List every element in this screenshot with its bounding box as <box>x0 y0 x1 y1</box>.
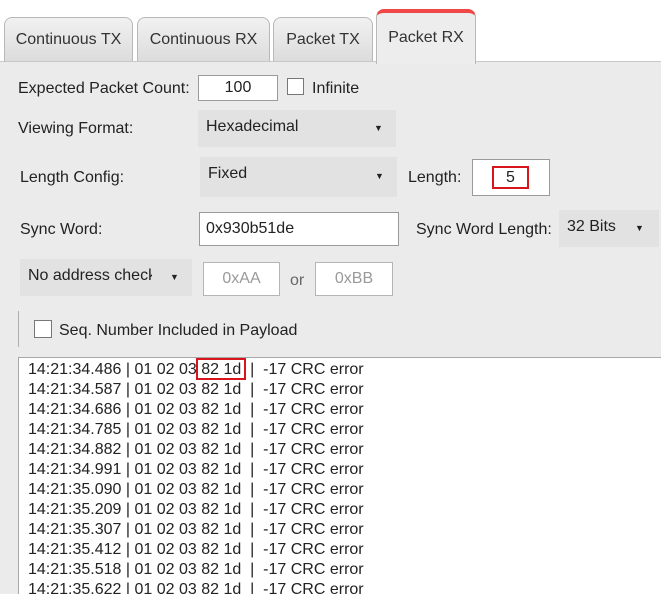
sync-word-length-value: 32 Bits <box>567 218 616 235</box>
seq-number-checkbox[interactable] <box>34 320 52 338</box>
length-label: Length: <box>408 169 462 186</box>
expected-count-input[interactable]: 100 <box>198 75 278 101</box>
length-highlight: 5 <box>492 166 529 189</box>
or-label: or <box>290 272 305 289</box>
caret-down-icon: ▼ <box>170 272 179 282</box>
viewing-format-label: Viewing Format: <box>18 120 134 137</box>
log-line: 14:21:35.412 | 01 02 03 82 1d | -17 CRC … <box>28 541 364 558</box>
log-line: 14:21:34.785 | 01 02 03 82 1d | -17 CRC … <box>28 421 364 438</box>
sync-word-label: Sync Word: <box>20 221 103 238</box>
caret-down-icon: ▼ <box>374 123 383 133</box>
divider <box>18 311 19 347</box>
tab-continuous-tx[interactable]: Continuous TX <box>4 17 133 61</box>
tab-packet-rx[interactable]: Packet RX <box>376 9 476 64</box>
seq-number-label: Seq. Number Included in Payload <box>59 322 298 339</box>
address-check-value: No address check <box>28 267 152 284</box>
log-line: 14:21:35.209 | 01 02 03 82 1d | -17 CRC … <box>28 501 364 518</box>
sync-word-length-dropdown[interactable]: 32 Bits ▼ <box>559 210 659 247</box>
payload-highlight <box>196 358 246 380</box>
viewing-format-value: Hexadecimal <box>206 118 299 135</box>
packet-log[interactable]: 14:21:34.486 | 01 02 03 82 1d | -17 CRC … <box>18 357 661 594</box>
length-config-value: Fixed <box>208 165 248 182</box>
length-config-label: Length Config: <box>20 169 125 186</box>
log-line: 14:21:34.686 | 01 02 03 82 1d | -17 CRC … <box>28 401 364 418</box>
log-line: 14:21:35.518 | 01 02 03 82 1d | -17 CRC … <box>28 561 364 578</box>
caret-down-icon: ▼ <box>635 223 644 233</box>
viewing-format-dropdown[interactable]: Hexadecimal ▼ <box>198 110 396 147</box>
sync-word-input[interactable]: 0x930b51de <box>199 212 399 246</box>
caret-down-icon: ▼ <box>375 171 384 181</box>
tab-continuous-rx[interactable]: Continuous RX <box>137 17 270 61</box>
log-line: 14:21:35.622 | 01 02 03 82 1d | -17 CRC … <box>28 581 364 594</box>
length-config-dropdown[interactable]: Fixed ▼ <box>200 157 397 197</box>
infinite-label: Infinite <box>312 80 360 97</box>
log-line: 14:21:35.090 | 01 02 03 82 1d | -17 CRC … <box>28 481 364 498</box>
infinite-checkbox[interactable] <box>287 78 304 95</box>
log-line: 14:21:35.307 | 01 02 03 82 1d | -17 CRC … <box>28 521 364 538</box>
address-check-dropdown[interactable]: No address check ▼ <box>20 259 192 296</box>
log-line: 14:21:34.882 | 01 02 03 82 1d | -17 CRC … <box>28 441 364 458</box>
expected-count-label: Expected Packet Count: <box>18 80 190 97</box>
tab-packet-tx[interactable]: Packet TX <box>273 17 373 61</box>
address2-input[interactable]: 0xBB <box>315 262 393 296</box>
log-line: 14:21:34.587 | 01 02 03 82 1d | -17 CRC … <box>28 381 364 398</box>
sync-word-length-label: Sync Word Length: <box>416 221 552 238</box>
tab-bar: Continuous TX Continuous RX Packet TX Pa… <box>0 0 661 64</box>
log-line: 14:21:34.991 | 01 02 03 82 1d | -17 CRC … <box>28 461 364 478</box>
length-value: 5 <box>506 169 515 186</box>
address1-input[interactable]: 0xAA <box>203 262 280 296</box>
length-input[interactable]: 5 <box>472 159 550 196</box>
